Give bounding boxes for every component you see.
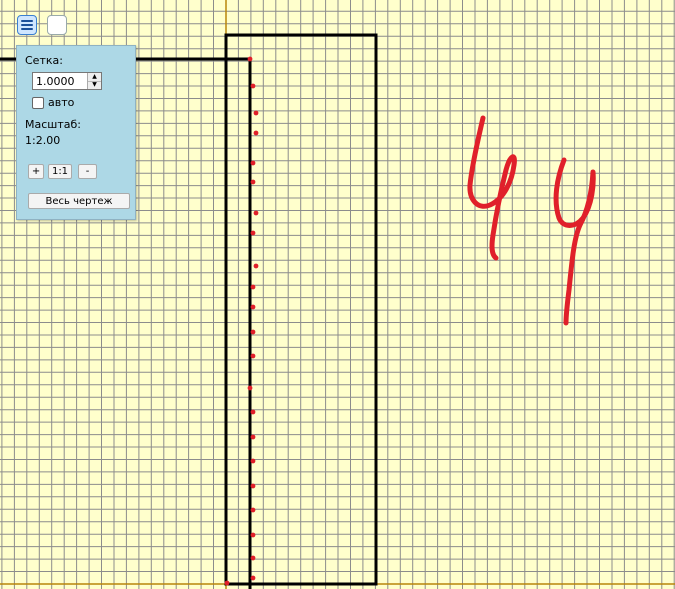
fit-all-button[interactable]: Весь чертеж bbox=[28, 193, 130, 209]
red-point bbox=[250, 83, 256, 89]
red-point bbox=[250, 284, 256, 290]
grid-value[interactable]: 1.0000 bbox=[33, 75, 87, 88]
hamburger-menu-icon bbox=[21, 20, 33, 30]
auto-checkbox[interactable] bbox=[32, 96, 44, 109]
zoom-in-button[interactable]: + bbox=[28, 164, 44, 179]
red-point bbox=[250, 575, 256, 581]
blank-button[interactable] bbox=[47, 15, 67, 35]
red-point bbox=[224, 580, 230, 586]
red-point bbox=[247, 385, 253, 391]
red-point bbox=[250, 304, 256, 310]
red-point bbox=[250, 434, 256, 440]
red-point bbox=[250, 555, 256, 561]
scale-value: 1:2.00 bbox=[25, 134, 61, 147]
red-point bbox=[253, 110, 259, 116]
spin-up-icon[interactable]: ▲ bbox=[88, 73, 101, 81]
red-point bbox=[250, 458, 256, 464]
red-point bbox=[250, 230, 256, 236]
red-point bbox=[253, 263, 259, 269]
zoom-out-button[interactable]: - bbox=[78, 164, 97, 179]
auto-option[interactable]: авто bbox=[32, 96, 74, 109]
red-point bbox=[250, 353, 256, 359]
red-point bbox=[247, 56, 253, 62]
auto-label: авто bbox=[48, 96, 75, 109]
menu-button[interactable] bbox=[17, 15, 37, 35]
settings-panel: Сетка: 1.0000 ▲ ▼ авто Масштаб: 1:2.00 +… bbox=[16, 45, 136, 220]
red-point bbox=[253, 210, 259, 216]
red-point bbox=[253, 130, 259, 136]
red-point bbox=[250, 483, 256, 489]
grid-spinner[interactable]: 1.0000 ▲ ▼ bbox=[32, 72, 102, 90]
grid-label: Сетка: bbox=[25, 54, 63, 67]
red-point bbox=[250, 507, 256, 513]
scale-label: Масштаб: bbox=[25, 118, 81, 131]
red-point bbox=[250, 409, 256, 415]
zoom-reset-button[interactable]: 1:1 bbox=[48, 164, 72, 179]
red-point bbox=[250, 179, 256, 185]
red-point bbox=[250, 329, 256, 335]
red-point bbox=[250, 532, 256, 538]
spin-down-icon[interactable]: ▼ bbox=[88, 80, 101, 89]
red-point bbox=[250, 160, 256, 166]
